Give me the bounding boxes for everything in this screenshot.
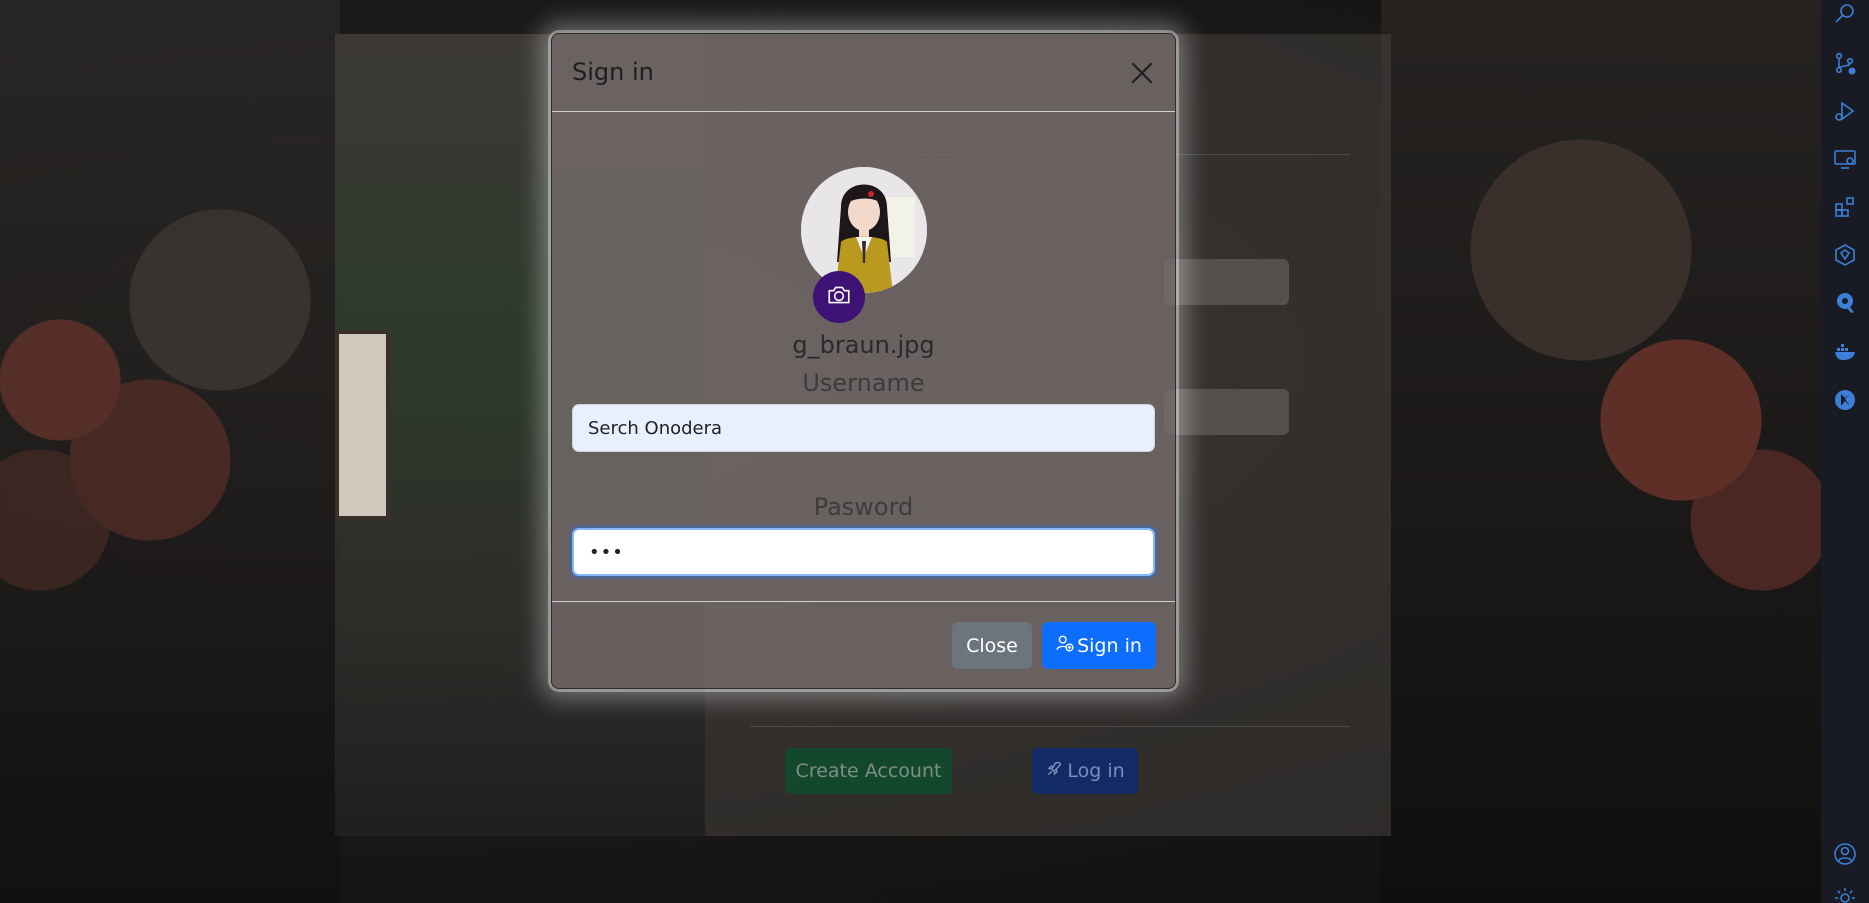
person-add-icon (1056, 634, 1074, 657)
sign-in-modal: Sign in g_braun.jpg Username Serch Onode… (551, 33, 1176, 689)
background-field-2 (1164, 389, 1289, 435)
background-create-account-label: Create Account (795, 760, 942, 782)
password-label: Pasword (813, 493, 914, 521)
username-label: Username (802, 369, 925, 397)
kubernetes-icon[interactable] (1833, 243, 1857, 267)
docker-icon[interactable] (1833, 340, 1857, 364)
settings-gear-icon[interactable] (1833, 886, 1857, 903)
modal-footer: Close Sign in (552, 601, 1175, 688)
sign-in-button-label: Sign in (1077, 634, 1142, 657)
camera-button[interactable] (813, 271, 865, 323)
modal-header: Sign in (552, 34, 1175, 112)
username-input[interactable] (572, 404, 1155, 452)
background-create-account-button: Create Account (785, 748, 952, 794)
background-tree-left (0, 0, 340, 903)
docker-registry-icon[interactable] (1833, 291, 1857, 315)
close-icon[interactable] (1127, 58, 1157, 88)
modal-body: g_braun.jpg Username Pasword (552, 113, 1175, 634)
source-control-icon[interactable] (1833, 51, 1857, 75)
extensions-icon[interactable] (1833, 195, 1857, 219)
close-button[interactable]: Close (952, 622, 1032, 669)
activity-bar (1821, 0, 1869, 903)
avatar-file-name: g_braun.jpg (792, 331, 935, 359)
password-input[interactable] (572, 528, 1155, 576)
modal-title: Sign in (572, 58, 654, 86)
background-login-button: Log in (1032, 748, 1138, 794)
remote-explorer-icon[interactable] (1833, 147, 1857, 171)
sign-in-button[interactable]: Sign in (1042, 622, 1156, 669)
kotlin-icon[interactable] (1833, 388, 1857, 412)
search-icon[interactable] (1833, 2, 1857, 26)
avatar (801, 167, 927, 293)
background-tree-right (1381, 0, 1821, 903)
run-debug-icon[interactable] (1833, 99, 1857, 123)
camera-icon (826, 282, 852, 312)
background-signboard (335, 330, 390, 520)
background-field-1 (1164, 259, 1289, 305)
account-icon[interactable] (1833, 842, 1857, 866)
rocket-icon (1045, 760, 1063, 783)
background-login-label: Log in (1067, 760, 1125, 782)
background-divider-bottom (750, 726, 1350, 727)
close-button-label: Close (966, 634, 1018, 657)
